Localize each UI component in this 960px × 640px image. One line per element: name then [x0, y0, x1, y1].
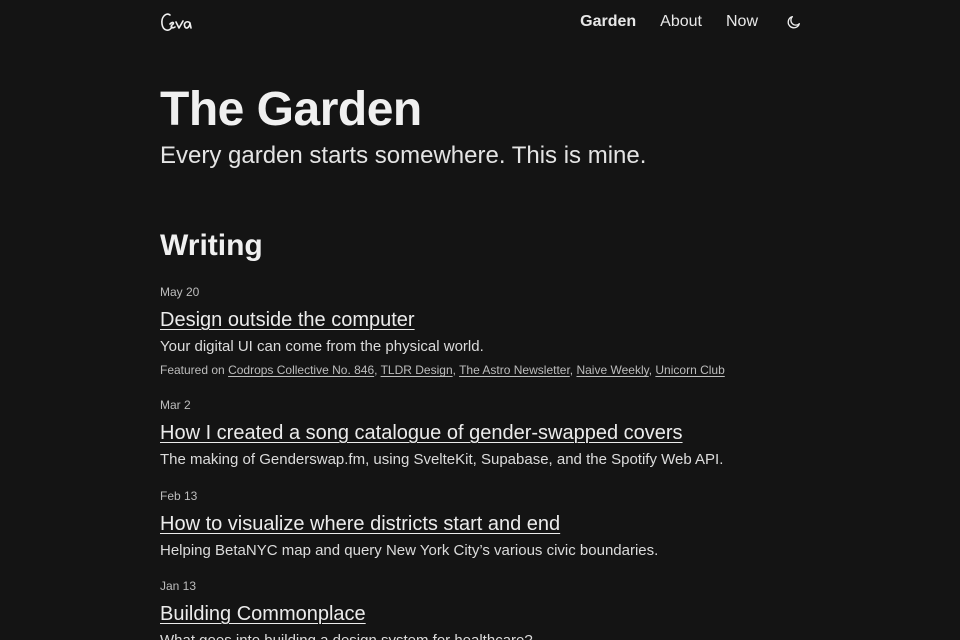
site-logo[interactable] — [160, 10, 194, 36]
page-subtitle: Every garden starts somewhere. This is m… — [160, 142, 647, 169]
post-item: Mar 2 How I created a song catalogue of … — [160, 397, 800, 471]
top-nav: Garden About Now — [160, 0, 802, 48]
nav-link-about[interactable]: About — [660, 13, 702, 31]
featured-link-codrops[interactable]: Codrops Collective No. 846 — [228, 363, 374, 377]
moon-icon[interactable] — [786, 14, 802, 30]
post-title-link[interactable]: Design outside the computer — [160, 308, 415, 332]
nav-link-garden[interactable]: Garden — [580, 13, 636, 31]
nav-link-now[interactable]: Now — [726, 13, 758, 31]
featured-link-tldr[interactable]: TLDR Design — [381, 363, 453, 377]
post-date: Mar 2 — [160, 398, 191, 412]
post-date: May 20 — [160, 285, 200, 299]
post-item: May 20 Design outside the computer Your … — [160, 284, 800, 378]
post-description: Your digital UI can come from the physic… — [160, 338, 484, 355]
post-date: Jan 13 — [160, 579, 197, 593]
post-description: Helping BetaNYC map and query New York C… — [160, 542, 659, 559]
writing-heading: Writing — [160, 229, 263, 262]
featured-link-astro[interactable]: The Astro Newsletter — [459, 363, 570, 377]
featured-link-unicorn[interactable]: Unicorn Club — [655, 363, 724, 377]
post-description: The making of Genderswap.fm, using Svelt… — [160, 451, 724, 468]
post-title-link[interactable]: Building Commonplace — [160, 602, 366, 626]
post-date: Feb 13 — [160, 489, 198, 503]
page-title: The Garden — [160, 83, 422, 136]
post-featured-on: Featured on Codrops Collective No. 846, … — [160, 363, 725, 377]
post-item: Jan 13 Building Commonplace What goes in… — [160, 578, 800, 640]
nav-links: Garden About Now — [580, 13, 802, 31]
post-item: Feb 13 How to visualize where districts … — [160, 488, 800, 562]
post-title-link[interactable]: How to visualize where districts start a… — [160, 512, 560, 536]
post-title-link[interactable]: How I created a song catalogue of gender… — [160, 421, 683, 445]
post-description: What goes into building a design system … — [160, 630, 800, 640]
page: Garden About Now The Garden Every garden… — [0, 0, 960, 640]
featured-link-naive[interactable]: Naive Weekly — [576, 363, 648, 377]
featured-label: Featured on — [160, 363, 225, 377]
